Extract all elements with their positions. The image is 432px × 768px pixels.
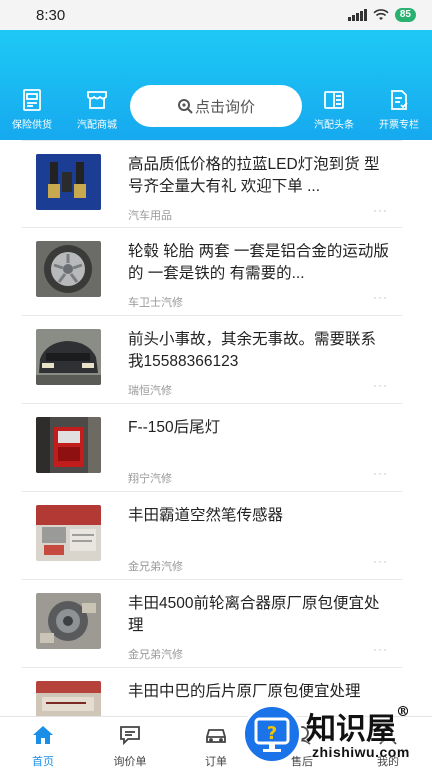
news-icon [324,91,344,109]
search-icon [177,99,193,114]
feed-thumbnail [36,241,101,297]
feed-item[interactable]: 高品质低价格的拉蓝LED灯泡到货 型号齐全量大有礼 欢迎下单 ... 汽车用品 … [22,140,402,228]
store-icon [87,91,107,109]
home-icon [33,726,53,744]
nav-invoice-column[interactable]: 开票专栏 [369,88,429,131]
more-options-icon[interactable]: ··· [373,466,388,480]
invoice-icon [391,90,408,110]
tab-label: 询价单 [113,756,147,768]
feed-item[interactable]: 丰田4500前轮离合器原厂原包便宜处理 金兄弟汽修 ··· [22,580,402,668]
nav-insurance-supply[interactable]: 保险供货 [2,88,62,131]
nav-label: 保险供货 [12,120,52,131]
order-car-icon [206,729,226,743]
feed-source: 金兄弟汽修 [128,561,183,573]
search-label: 点击询价 [194,98,255,116]
signal-icon [347,9,367,21]
tab-inquiry-list[interactable]: 询价单 [100,725,160,768]
watermark-text: 知识屋® [306,704,410,747]
watermark: ? 知识屋® zhishiwu.com [236,700,432,768]
feed-source: 翔宁汽修 [128,473,172,485]
app-header: 保险供货 汽配商城 点击询价 汽配头条 开票专栏 [0,30,432,140]
status-bar: 8:30 85 [0,0,432,30]
feed-thumbnail [36,593,101,649]
nav-label: 汽配商城 [77,120,117,131]
wifi-icon [373,9,389,20]
feed-item[interactable]: 前头小事故，其余无事故。需要联系我15588366123 瑞恒汽修 ··· [22,316,402,404]
feed-title: 前头小事故，其余无事故。需要联系我15588366123 [128,331,377,370]
watermark-url: zhishiwu.com [312,744,410,760]
more-options-icon[interactable]: ··· [373,290,388,304]
feed-thumbnail [36,329,101,385]
feed-thumbnail [36,417,101,473]
feed-title: 丰田4500前轮离合器原厂原包便宜处理 [128,595,380,634]
feed-source: 瑞恒汽修 [128,385,172,397]
more-options-icon[interactable]: ··· [373,378,388,392]
feed-title: 高品质低价格的拉蓝LED灯泡到货 型号齐全量大有礼 欢迎下单 ... [128,156,380,195]
status-icons: 85 [347,8,416,22]
feed-list: 高品质低价格的拉蓝LED灯泡到货 型号齐全量大有礼 欢迎下单 ... 汽车用品 … [22,140,402,756]
nav-parts-news[interactable]: 汽配头条 [304,88,364,131]
feed-title: 轮毂 轮胎 两套 一套是铝合金的运动版的 一套是铁的 有需要的... [128,243,389,282]
battery-indicator: 85 [394,8,416,22]
nav-parts-mall[interactable]: 汽配商城 [67,88,127,131]
feed-thumbnail [36,154,101,210]
feed-item[interactable]: 丰田霸道空然笔传感器 金兄弟汽修 ··· [22,492,402,580]
feed-item[interactable]: F--150后尾灯 翔宁汽修 ··· [22,404,402,492]
status-time: 8:30 [36,7,66,24]
more-options-icon[interactable]: ··· [373,642,388,656]
feed-title: F--150后尾灯 [128,419,221,436]
feed-source: 车卫士汽修 [128,297,183,309]
more-options-icon[interactable]: ··· [373,554,388,568]
search-inquiry-button[interactable]: 点击询价 [130,85,302,127]
feed-source: 金兄弟汽修 [128,649,183,661]
more-options-icon[interactable]: ··· [373,203,388,217]
tab-label: 首页 [32,756,54,768]
insurance-doc-icon [23,89,41,111]
nav-label: 开票专栏 [379,120,419,131]
nav-label: 汽配头条 [314,120,354,131]
inquiry-icon [120,726,140,746]
feed-source: 汽车用品 [128,210,172,222]
svg-text:?: ? [267,723,277,744]
feed-item[interactable]: 轮毂 轮胎 两套 一套是铝合金的运动版的 一套是铁的 有需要的... 车卫士汽修… [22,228,402,316]
feed-thumbnail [36,505,101,561]
tab-home[interactable]: 首页 [13,725,73,768]
watermark-logo-icon: ? [242,704,302,764]
feed-title: 丰田霸道空然笔传感器 [128,507,284,524]
